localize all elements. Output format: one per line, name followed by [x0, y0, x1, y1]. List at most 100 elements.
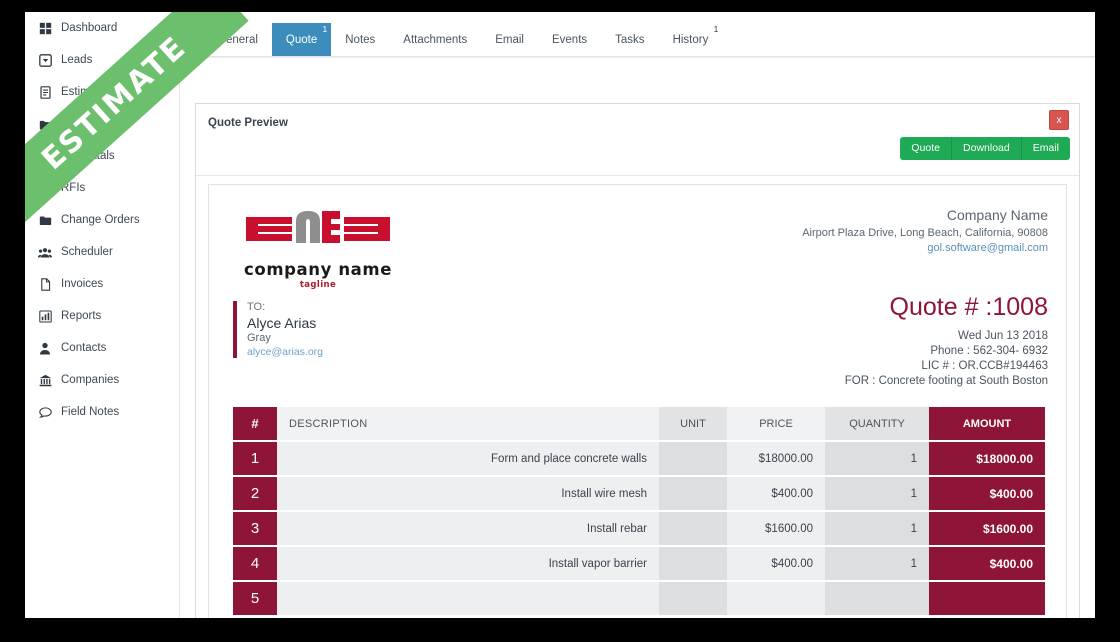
cell-price: $400.00	[727, 476, 825, 512]
tab-tasks[interactable]: Tasks	[601, 23, 658, 56]
document-header: company name tagline Company Name Airpor…	[209, 185, 1066, 293]
tab-notes[interactable]: Notes	[331, 23, 389, 56]
sidebar-item-submittals[interactable]: Submittals	[25, 140, 179, 172]
cell-desc: Install wire mesh	[277, 476, 659, 512]
person-icon	[38, 341, 52, 355]
tab-attachments[interactable]: Attachments	[389, 23, 481, 56]
page-body: Quote Preview x Quote Download Email com…	[181, 58, 1095, 618]
cell-desc: Install rebar	[277, 511, 659, 547]
sidebar-item-companies[interactable]: Companies	[25, 364, 179, 396]
sidebar-item-label: Projects	[61, 118, 103, 130]
projects-icon	[38, 117, 52, 131]
tab-label: General	[217, 33, 258, 46]
line-items: # DESCRIPTION UNIT PRICE QUANTITY AMOUNT 1 For…	[233, 407, 1045, 617]
sidebar-item-scheduler[interactable]: Scheduler	[25, 236, 179, 268]
app-viewport: Dashboard Leads Estimates Projects Submittal…	[25, 12, 1095, 618]
dashboard-icon	[38, 21, 52, 35]
sidebar-item-projects[interactable]: Projects	[25, 108, 179, 140]
cell-unit	[659, 441, 727, 477]
quote-preview-panel: Quote Preview x Quote Download Email com…	[195, 103, 1080, 618]
sidebar-item-label: Scheduler	[61, 246, 113, 258]
tab-label: Quote	[285, 33, 318, 46]
sidebar-item-label: Leads	[61, 54, 93, 66]
sidebar-item-label: Change Orders	[61, 214, 140, 226]
sidebar-item-label: Dashboard	[61, 22, 118, 34]
sidebar-item-label: Reports	[61, 310, 102, 322]
tab-bar: General Quote 1 Notes Attachments Email Events…	[181, 12, 1095, 57]
logo-company-name: company name	[244, 260, 392, 279]
sidebar-item-estimates[interactable]: Estimates	[25, 76, 179, 108]
sidebar-item-leads[interactable]: Leads	[25, 44, 179, 76]
cell-unit	[659, 581, 727, 617]
panel-title: Quote Preview	[208, 117, 288, 129]
sidebar-item-contacts[interactable]: Contacts	[25, 332, 179, 364]
company-email[interactable]: gol.software@gmail.com	[802, 242, 1048, 254]
cell-qty: 1	[825, 441, 929, 477]
column-header-amt: AMOUNT	[929, 407, 1045, 442]
sidebar: Dashboard Leads Estimates Projects Submittal…	[25, 12, 180, 618]
sidebar-item-change-orders[interactable]: Change Orders	[25, 204, 179, 236]
sidebar-item-rfis[interactable]: RFIs	[25, 172, 179, 204]
tab-history[interactable]: History 1	[659, 23, 723, 56]
cell-price: $18000.00	[727, 441, 825, 477]
folder-icon	[38, 213, 52, 227]
quote-license: LIC # : OR.CCB#194463	[921, 360, 1048, 372]
document-meta-row: TO: Alyce Arias Gray alyce@arias.org Quo…	[209, 293, 1066, 403]
sidebar-item-reports[interactable]: Reports	[25, 300, 179, 332]
quote-button[interactable]: Quote	[900, 137, 953, 160]
table-body: 1 Form and place concrete walls $18000.00 1…	[233, 441, 1045, 617]
logo-mark-icon	[246, 211, 390, 243]
cell-amt: $400.00	[929, 546, 1045, 582]
sidebar-item-label: Invoices	[61, 278, 104, 290]
tab-quote[interactable]: Quote 1	[271, 23, 332, 56]
screenshot-root: Dashboard Leads Estimates Projects Submittal…	[0, 0, 1120, 642]
table-row: 1 Form and place concrete walls $18000.00 1…	[233, 441, 1045, 477]
close-icon[interactable]: x	[1049, 110, 1069, 130]
cell-desc: Form and place concrete walls	[277, 441, 659, 477]
cell-num: 2	[233, 476, 277, 512]
cell-amt: $18000.00	[929, 441, 1045, 477]
sidebar-item-label: Estimates	[61, 86, 112, 98]
email-button[interactable]: Email	[1021, 137, 1070, 160]
comment-icon	[38, 405, 52, 419]
tab-events[interactable]: Events	[538, 23, 601, 56]
company-info-block: Company Name Airport Plaza Drive, Long B…	[802, 207, 1048, 254]
column-header-price: PRICE	[727, 407, 825, 442]
table-head: # DESCRIPTION UNIT PRICE QUANTITY AMOUNT	[233, 407, 1045, 442]
cell-num: 4	[233, 546, 277, 582]
cell-unit	[659, 476, 727, 512]
sidebar-item-label: Contacts	[61, 342, 107, 354]
bank-icon	[38, 373, 52, 387]
sidebar-item-label: Field Notes	[61, 406, 120, 418]
table-header-row: # DESCRIPTION UNIT PRICE QUANTITY AMOUNT	[233, 407, 1045, 442]
users-icon	[38, 245, 52, 259]
quote-date: Wed Jun 13 2018	[958, 330, 1048, 342]
estimates-icon	[38, 85, 52, 99]
leads-icon	[38, 53, 52, 67]
cell-amt: $1600.00	[929, 511, 1045, 547]
tab-label: Email	[495, 33, 524, 46]
quote-for: FOR : Concrete footing at South Boston	[844, 375, 1048, 387]
quote-meta-block: Quote # :1008 Wed Jun 13 2018 Phone : 56…	[845, 293, 1048, 390]
tab-label: History	[672, 33, 709, 46]
cell-desc	[277, 581, 659, 617]
tab-email[interactable]: Email	[481, 23, 538, 56]
tab-general[interactable]: General	[203, 23, 272, 56]
table-row: 5	[233, 581, 1045, 617]
recipient-name: Alyce Arias	[247, 315, 317, 331]
sidebar-item-dashboard[interactable]: Dashboard	[25, 12, 179, 44]
tab-badge: 1	[322, 24, 328, 34]
content-area: General Quote 1 Notes Attachments Email Events…	[181, 12, 1095, 618]
download-button[interactable]: Download	[952, 137, 1022, 160]
recipient-email[interactable]: alyce@arias.org	[247, 346, 323, 358]
quote-number: Quote # :1008	[889, 293, 1048, 321]
line-items-table: # DESCRIPTION UNIT PRICE QUANTITY AMOUNT 1 For…	[233, 407, 1045, 617]
tab-badge: 1	[713, 24, 719, 34]
cell-price: $1600.00	[727, 511, 825, 547]
quote-phone: Phone : 562-304- 6932	[930, 345, 1048, 357]
column-header-desc: DESCRIPTION	[277, 407, 659, 442]
sidebar-item-invoices[interactable]: Invoices	[25, 268, 179, 300]
column-header-qty: QUANTITY	[825, 407, 929, 442]
recipient-company: Gray	[247, 332, 271, 344]
sidebar-item-field-notes[interactable]: Field Notes	[25, 396, 179, 428]
